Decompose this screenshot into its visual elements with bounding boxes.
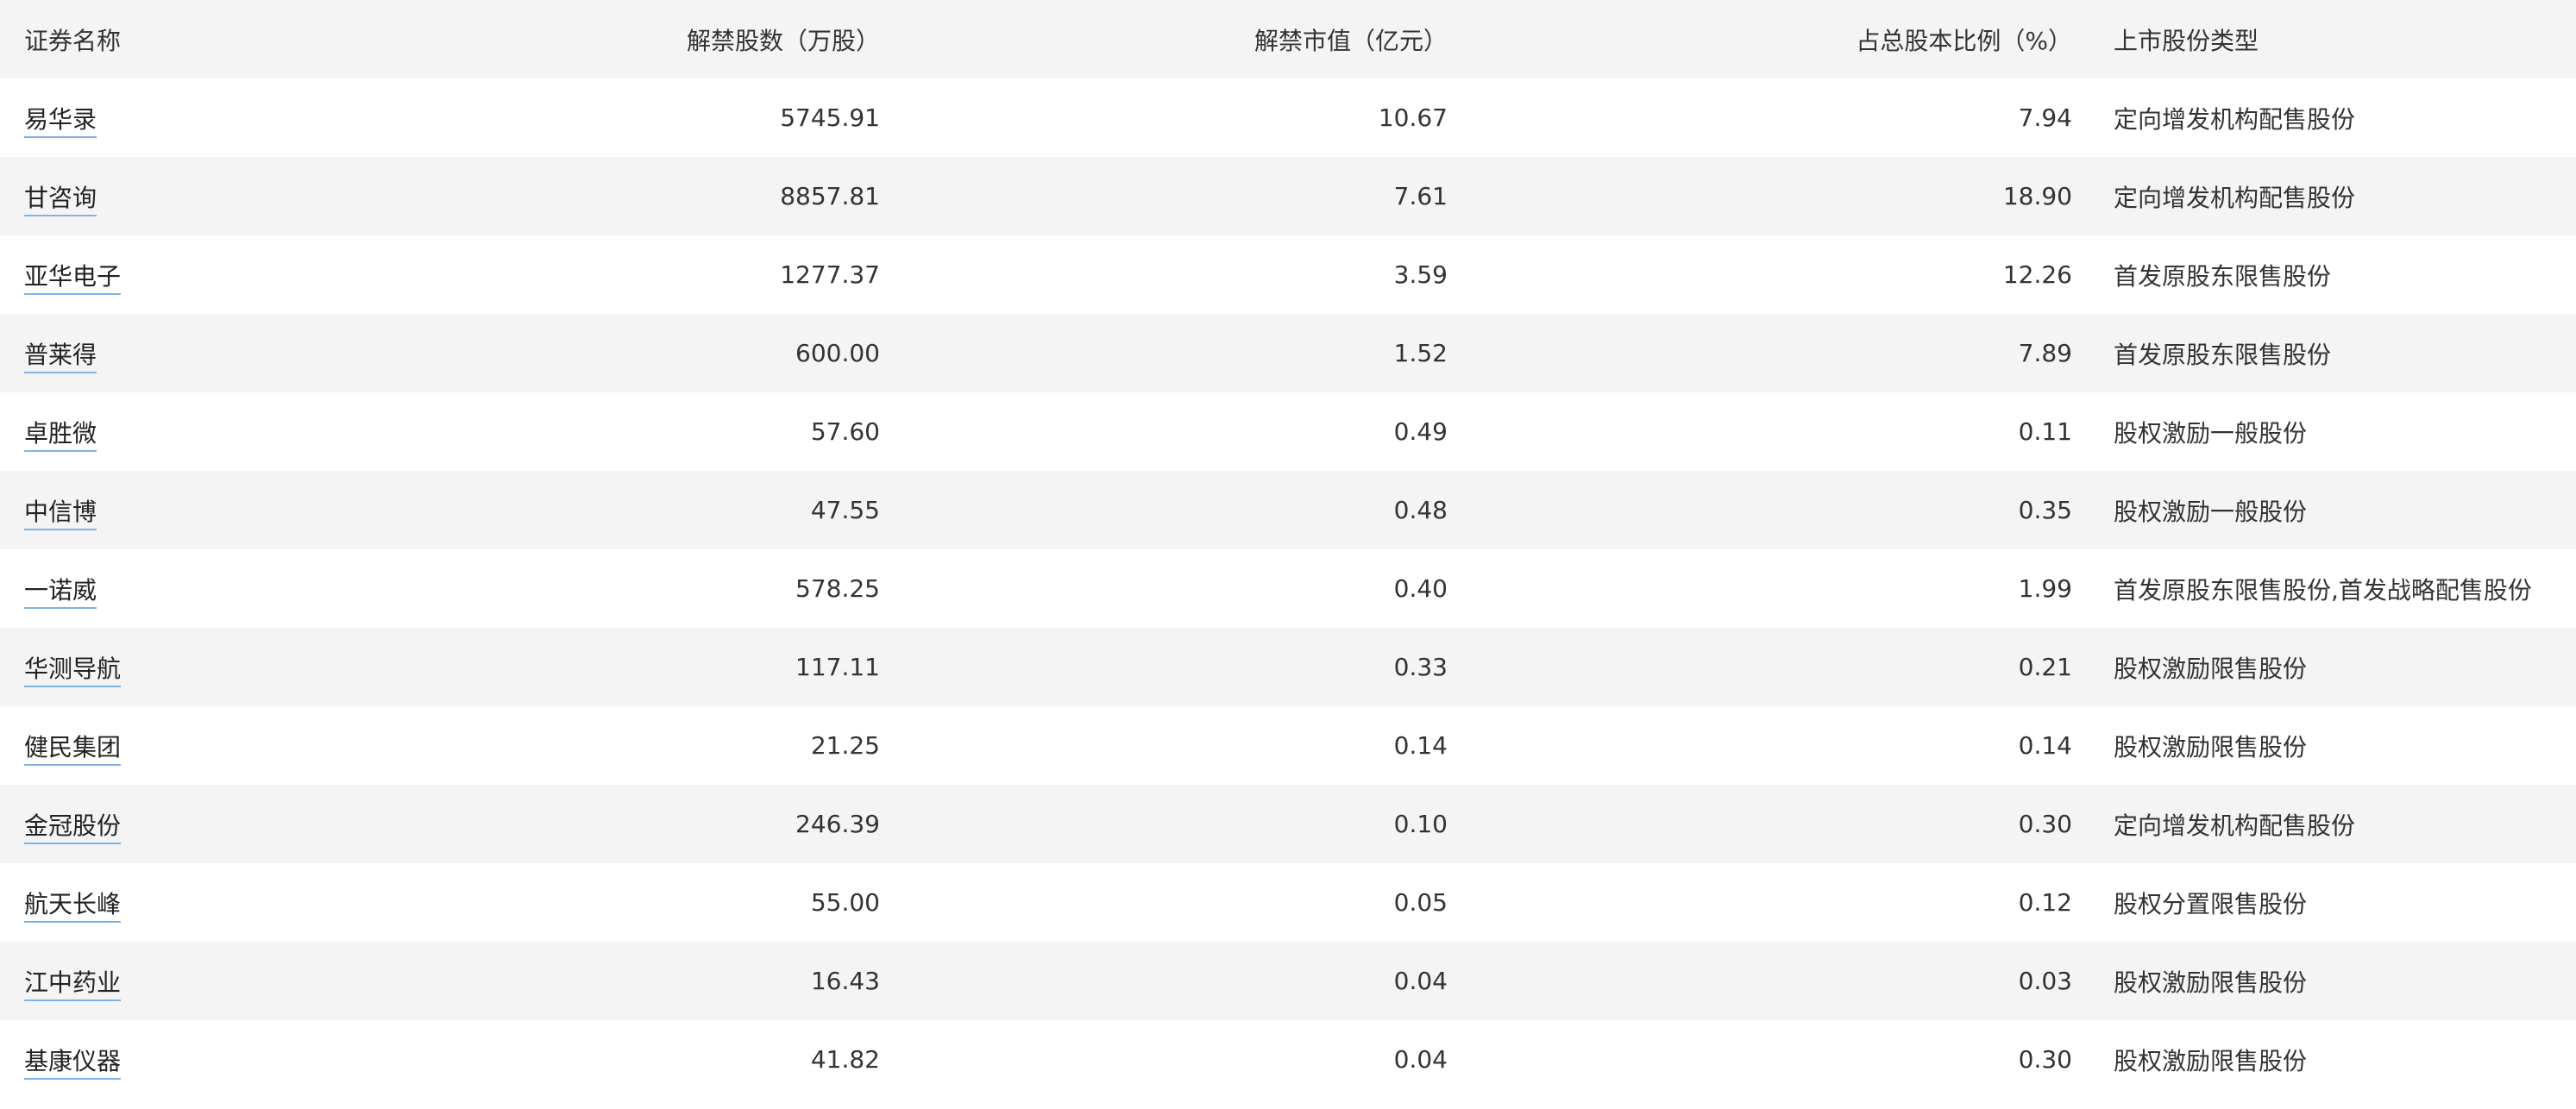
unlock-value-cell: 3.59 bbox=[1393, 260, 1448, 289]
header-unlock-shares[interactable]: 解禁股数（万股） bbox=[500, 0, 880, 78]
share-ratio-cell: 12.26 bbox=[2002, 260, 2072, 289]
unlock-shares-cell: 41.82 bbox=[810, 1045, 880, 1074]
unlock-value-cell: 7.61 bbox=[1393, 182, 1448, 210]
share-ratio-cell: 18.90 bbox=[2002, 182, 2072, 210]
header-share-ratio[interactable]: 占总股本比例（%） bbox=[1448, 0, 2072, 78]
unlock-shares-cell: 246.39 bbox=[795, 810, 880, 838]
unlock-shares-cell: 1277.37 bbox=[780, 260, 880, 289]
share-type-cell: 股权激励限售股份 bbox=[2114, 1046, 2308, 1075]
security-name-link[interactable]: 江中药业 bbox=[24, 968, 122, 1001]
table-header-row: 证券名称 解禁股数（万股） 解禁市值（亿元） 占总股本比例（%） 上市股份类型 bbox=[0, 0, 2576, 78]
share-ratio-cell: 0.35 bbox=[2018, 496, 2072, 524]
unlock-value-cell: 0.10 bbox=[1393, 810, 1448, 838]
unlock-shares-cell: 21.25 bbox=[810, 731, 880, 760]
share-ratio-cell: 0.30 bbox=[2018, 810, 2072, 838]
unlock-shares-cell: 8857.81 bbox=[780, 182, 880, 210]
security-name-link[interactable]: 基康仪器 bbox=[24, 1046, 122, 1080]
table-row: 江中药业 16.43 0.04 0.03 股权激励限售股份 bbox=[0, 942, 2576, 1020]
unlock-shares-cell: 16.43 bbox=[810, 967, 880, 995]
share-ratio-cell: 0.03 bbox=[2018, 967, 2072, 995]
header-unlock-market-value[interactable]: 解禁市值（亿元） bbox=[880, 0, 1448, 78]
unlock-shares-cell: 57.60 bbox=[810, 417, 880, 446]
share-ratio-cell: 0.14 bbox=[2018, 731, 2072, 760]
table-row: 基康仪器 41.82 0.04 0.30 股权激励限售股份 bbox=[0, 1020, 2576, 1099]
share-ratio-cell: 7.94 bbox=[2018, 103, 2072, 132]
security-name-link[interactable]: 卓胜微 bbox=[24, 418, 97, 452]
table-row: 亚华电子 1277.37 3.59 12.26 首发原股东限售股份 bbox=[0, 235, 2576, 314]
unlock-shares-cell: 55.00 bbox=[810, 888, 880, 917]
security-name-link[interactable]: 航天长峰 bbox=[24, 889, 122, 923]
table-row: 健民集团 21.25 0.14 0.14 股权激励限售股份 bbox=[0, 706, 2576, 785]
security-name-link[interactable]: 金冠股份 bbox=[24, 811, 122, 844]
security-name-link[interactable]: 一诺威 bbox=[24, 575, 97, 609]
unlock-value-cell: 0.04 bbox=[1393, 1045, 1448, 1074]
share-type-cell: 定向增发机构配售股份 bbox=[2114, 104, 2356, 134]
share-type-cell: 首发原股东限售股份 bbox=[2114, 340, 2332, 369]
share-type-cell: 股权激励限售股份 bbox=[2114, 732, 2308, 761]
table-row: 易华录 5745.91 10.67 7.94 定向增发机构配售股份 bbox=[0, 78, 2576, 157]
table-row: 卓胜微 57.60 0.49 0.11 股权激励一般股份 bbox=[0, 392, 2576, 471]
unlock-shares-cell: 117.11 bbox=[795, 653, 880, 681]
share-ratio-cell: 0.11 bbox=[2018, 417, 2072, 446]
unlock-value-cell: 0.49 bbox=[1393, 417, 1448, 446]
security-name-link[interactable]: 甘咨询 bbox=[24, 183, 97, 216]
table-row: 一诺威 578.25 0.40 1.99 首发原股东限售股份,首发战略配售股份 bbox=[0, 549, 2576, 628]
security-name-link[interactable]: 华测导航 bbox=[24, 654, 122, 687]
unlock-shares-cell: 5745.91 bbox=[780, 103, 880, 132]
share-type-cell: 定向增发机构配售股份 bbox=[2114, 811, 2356, 840]
unlock-value-cell: 0.48 bbox=[1393, 496, 1448, 524]
share-type-cell: 定向增发机构配售股份 bbox=[2114, 183, 2356, 212]
table-row: 金冠股份 246.39 0.10 0.30 定向增发机构配售股份 bbox=[0, 785, 2576, 863]
share-ratio-cell: 0.12 bbox=[2018, 888, 2072, 917]
security-name-link[interactable]: 普莱得 bbox=[24, 340, 97, 373]
security-name-link[interactable]: 易华录 bbox=[24, 104, 97, 138]
share-type-cell: 首发原股东限售股份,首发战略配售股份 bbox=[2114, 575, 2532, 605]
table-row: 航天长峰 55.00 0.05 0.12 股权分置限售股份 bbox=[0, 863, 2576, 942]
security-name-link[interactable]: 亚华电子 bbox=[24, 261, 122, 295]
share-type-cell: 股权激励限售股份 bbox=[2114, 968, 2308, 997]
table-row: 甘咨询 8857.81 7.61 18.90 定向增发机构配售股份 bbox=[0, 157, 2576, 235]
share-ratio-cell: 1.99 bbox=[2018, 574, 2072, 603]
share-type-cell: 股权激励一般股份 bbox=[2114, 418, 2308, 448]
security-name-link[interactable]: 中信博 bbox=[24, 497, 97, 530]
header-share-type[interactable]: 上市股份类型 bbox=[2072, 0, 2576, 78]
share-type-cell: 股权分置限售股份 bbox=[2114, 889, 2308, 918]
table-row: 中信博 47.55 0.48 0.35 股权激励一般股份 bbox=[0, 471, 2576, 549]
share-ratio-cell: 7.89 bbox=[2018, 339, 2072, 367]
header-security-name[interactable]: 证券名称 bbox=[0, 0, 500, 78]
unlock-shares-cell: 578.25 bbox=[795, 574, 880, 603]
unlock-value-cell: 0.40 bbox=[1393, 574, 1448, 603]
table-row: 普莱得 600.00 1.52 7.89 首发原股东限售股份 bbox=[0, 314, 2576, 392]
unlock-shares-cell: 47.55 bbox=[810, 496, 880, 524]
unlock-table: 证券名称 解禁股数（万股） 解禁市值（亿元） 占总股本比例（%） 上市股份类型 … bbox=[0, 0, 2576, 1099]
share-type-cell: 首发原股东限售股份 bbox=[2114, 261, 2332, 291]
share-type-cell: 股权激励一般股份 bbox=[2114, 497, 2308, 526]
unlock-value-cell: 10.67 bbox=[1378, 103, 1448, 132]
security-name-link[interactable]: 健民集团 bbox=[24, 732, 122, 766]
unlock-shares-cell: 600.00 bbox=[795, 339, 880, 367]
unlock-value-cell: 0.14 bbox=[1393, 731, 1448, 760]
unlock-value-cell: 1.52 bbox=[1393, 339, 1448, 367]
share-ratio-cell: 0.21 bbox=[2018, 653, 2072, 681]
table-row: 华测导航 117.11 0.33 0.21 股权激励限售股份 bbox=[0, 628, 2576, 706]
unlock-value-cell: 0.05 bbox=[1393, 888, 1448, 917]
unlock-value-cell: 0.04 bbox=[1393, 967, 1448, 995]
share-ratio-cell: 0.30 bbox=[2018, 1045, 2072, 1074]
share-type-cell: 股权激励限售股份 bbox=[2114, 654, 2308, 683]
unlock-value-cell: 0.33 bbox=[1393, 653, 1448, 681]
